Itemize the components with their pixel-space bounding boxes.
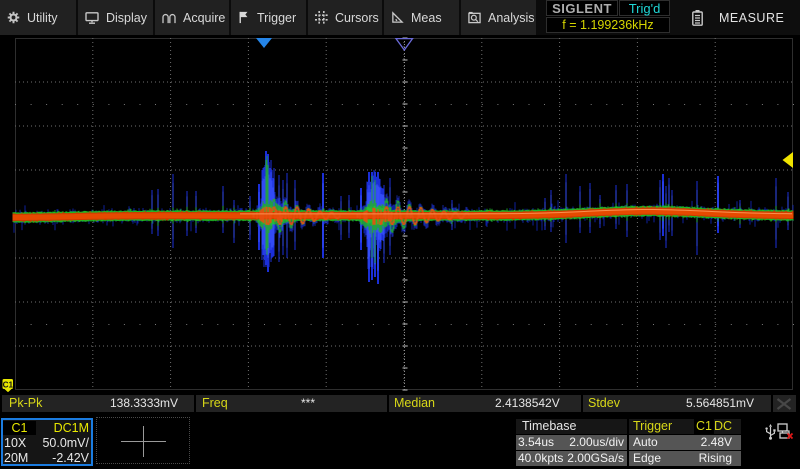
svg-text:C1: C1 bbox=[3, 380, 14, 389]
